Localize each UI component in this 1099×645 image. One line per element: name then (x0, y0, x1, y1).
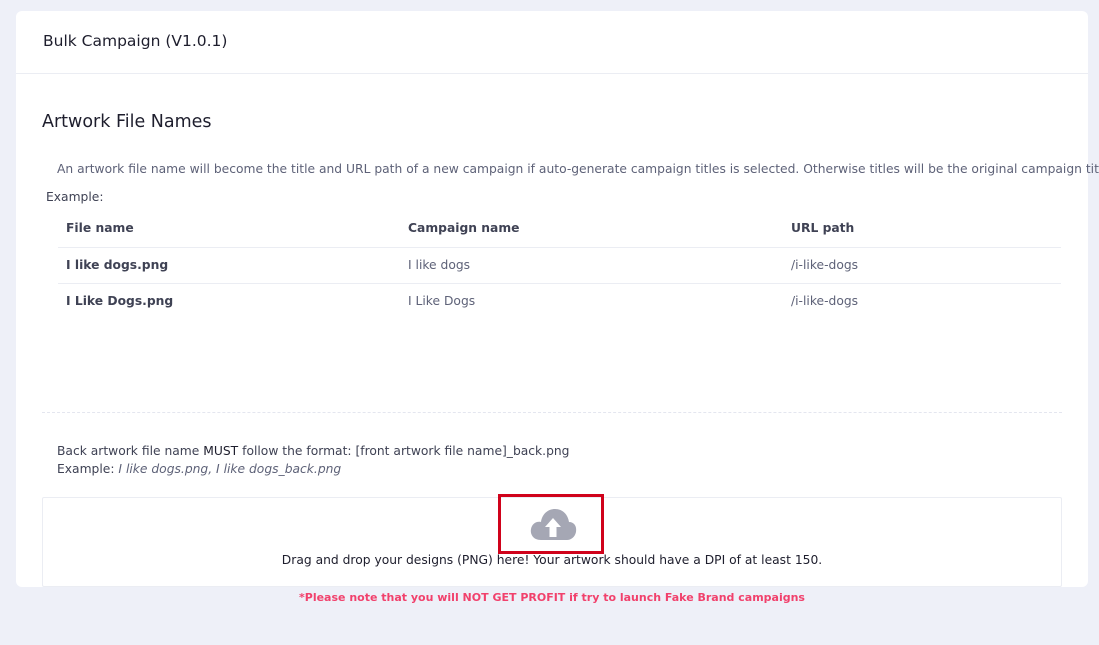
section-description: An artwork file name will become the tit… (57, 162, 1099, 176)
dropzone-text: Drag and drop your designs (PNG) here! Y… (281, 553, 823, 567)
file-name-cell: I like dogs.png (58, 247, 400, 284)
file-name-cell: I Like Dogs.png (66, 294, 174, 309)
example-label: Example: (46, 190, 104, 204)
bulk-campaign-card: Bulk Campaign (V1.0.1) Artwork File Name… (16, 11, 1099, 604)
url-path-cell: /i-like-dogs (791, 294, 859, 309)
campaign-name-cell: I Like Dogs (408, 294, 476, 309)
url-path-cell: /i-like-dogs (783, 247, 1061, 284)
upload-icon-highlight[interactable] (498, 494, 604, 554)
column-header-url-path: URL path (783, 210, 1061, 248)
back-format-prefix: Back artwork file name (57, 444, 204, 458)
column-header-campaign-name: Campaign name (400, 210, 783, 248)
back-artwork-note: Back artwork file name MUST follow the f… (57, 442, 570, 478)
back-format-must: MUST (203, 444, 239, 458)
file-dropzone[interactable]: Drag and drop your designs (PNG) here! Y… (42, 494, 1062, 587)
back-example-line: Example: I like dogs.png, I like dogs_ba… (57, 460, 570, 478)
back-example-label: Example: (57, 462, 119, 476)
table-row: I Like Dogs.png I Like Dogs /i-like-dogs (58, 283, 1061, 319)
campaign-name-cell: I like dogs (400, 247, 783, 284)
table-header-row: File name Campaign name URL path (58, 210, 1061, 248)
section-divider (42, 412, 1062, 413)
back-format-line: Back artwork file name MUST follow the f… (57, 442, 570, 460)
card-header: Bulk Campaign (V1.0.1) (16, 11, 1088, 74)
example-table: File name Campaign name URL path I like … (58, 210, 1061, 319)
page-title: Bulk Campaign (V1.0.1) (43, 32, 228, 50)
fake-brand-warning: *Please note that you will NOT GET PROFI… (299, 591, 805, 604)
column-header-file-name: File name (58, 210, 400, 248)
cloud-upload-icon (530, 509, 577, 540)
back-example-value: I like dogs.png, I like dogs_back.png (118, 462, 342, 476)
table-row: I like dogs.png I like dogs /i-like-dogs (58, 247, 1061, 284)
back-format-suffix: follow the format: [front artwork file n… (238, 444, 570, 458)
section-title: Artwork File Names (42, 112, 212, 132)
